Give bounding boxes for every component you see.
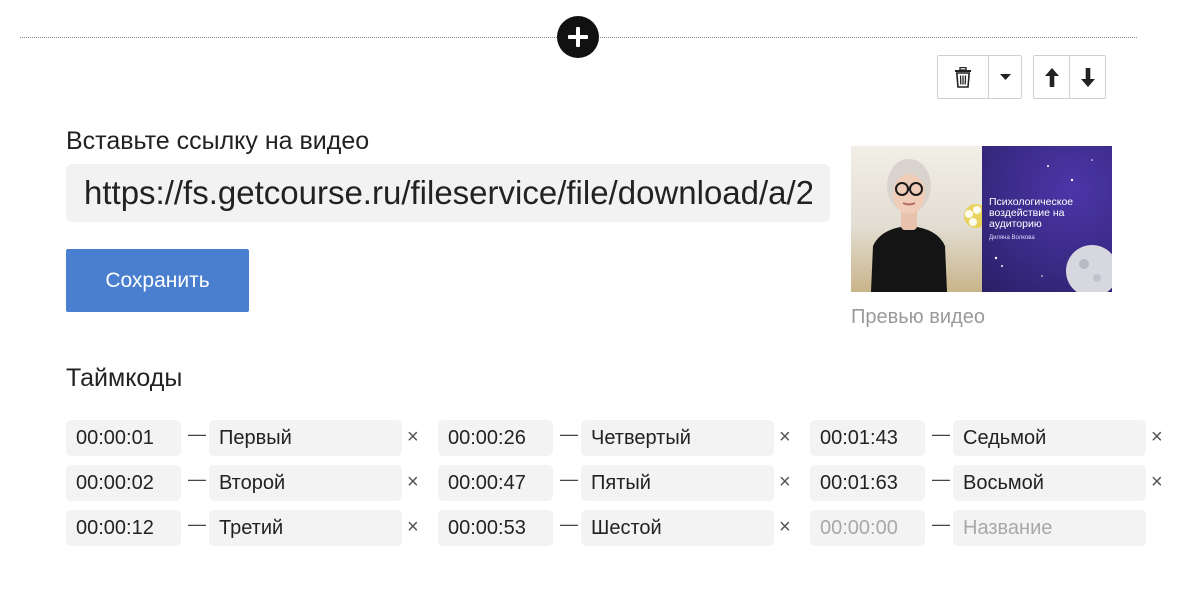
timecode-dash: —: [932, 514, 950, 534]
timecode-name-input[interactable]: [209, 420, 402, 456]
block-actions-group: [937, 55, 1022, 99]
timecode-name-input[interactable]: [953, 420, 1146, 456]
move-down-button[interactable]: [1069, 56, 1105, 98]
timecodes-label: Таймкоды: [66, 364, 183, 392]
new-timecode-name-input[interactable]: [953, 510, 1146, 546]
timecode-dash: —: [560, 514, 578, 534]
video-url-label: Вставьте ссылку на видео: [66, 127, 370, 155]
remove-timecode-button[interactable]: ×: [779, 516, 791, 539]
timecode-name-input[interactable]: [209, 510, 402, 546]
video-preview-thumbnail[interactable]: Психологическое воздействие на аудиторию…: [851, 146, 1112, 292]
timecode-name-input[interactable]: [209, 465, 402, 501]
timecode-time-input[interactable]: [810, 420, 925, 456]
arrow-down-icon: [1080, 67, 1095, 87]
remove-timecode-button[interactable]: ×: [1151, 426, 1163, 449]
remove-timecode-button[interactable]: ×: [779, 426, 791, 449]
timecode-dash: —: [188, 469, 206, 489]
timecode-dash: —: [560, 424, 578, 444]
remove-timecode-button[interactable]: ×: [407, 516, 419, 539]
timecode-dash: —: [188, 514, 206, 534]
delete-block-button[interactable]: [938, 56, 988, 98]
preview-caption: Превью видео: [851, 306, 985, 328]
arrow-up-icon: [1044, 67, 1059, 87]
timecode-dash: —: [932, 424, 950, 444]
timecode-name-input[interactable]: [581, 510, 774, 546]
timecode-time-input[interactable]: [66, 510, 181, 546]
speaker-illustration: [871, 159, 988, 292]
timecode-name-input[interactable]: [953, 465, 1146, 501]
move-up-button[interactable]: [1034, 56, 1069, 98]
preview-slide-title: Психологическое воздействие на аудиторию: [989, 196, 1074, 230]
remove-timecode-button[interactable]: ×: [407, 471, 419, 494]
remove-timecode-button[interactable]: ×: [779, 471, 791, 494]
remove-timecode-button[interactable]: ×: [1151, 471, 1163, 494]
timecode-time-input[interactable]: [438, 420, 553, 456]
add-block-button[interactable]: [557, 16, 599, 58]
timecode-time-input[interactable]: [66, 420, 181, 456]
timecode-name-input[interactable]: [581, 420, 774, 456]
new-timecode-time-input[interactable]: [810, 510, 925, 546]
timecode-time-input[interactable]: [438, 465, 553, 501]
save-button[interactable]: Сохранить: [66, 249, 249, 312]
plus-icon: [568, 27, 588, 47]
timecode-time-input[interactable]: [438, 510, 553, 546]
timecode-dash: —: [188, 424, 206, 444]
remove-timecode-button[interactable]: ×: [407, 426, 419, 449]
trash-icon: [955, 66, 971, 88]
preview-speaker-area: [851, 146, 988, 292]
move-block-group: [1033, 55, 1106, 99]
video-url-input[interactable]: [66, 164, 830, 222]
caret-down-icon: [999, 73, 1011, 80]
timecode-time-input[interactable]: [810, 465, 925, 501]
timecode-time-input[interactable]: [66, 465, 181, 501]
timecode-dash: —: [560, 469, 578, 489]
timecode-dash: —: [932, 469, 950, 489]
preview-slide-author: Диляна Волкова: [989, 235, 1035, 241]
block-options-dropdown[interactable]: [988, 56, 1021, 98]
timecode-name-input[interactable]: [581, 465, 774, 501]
